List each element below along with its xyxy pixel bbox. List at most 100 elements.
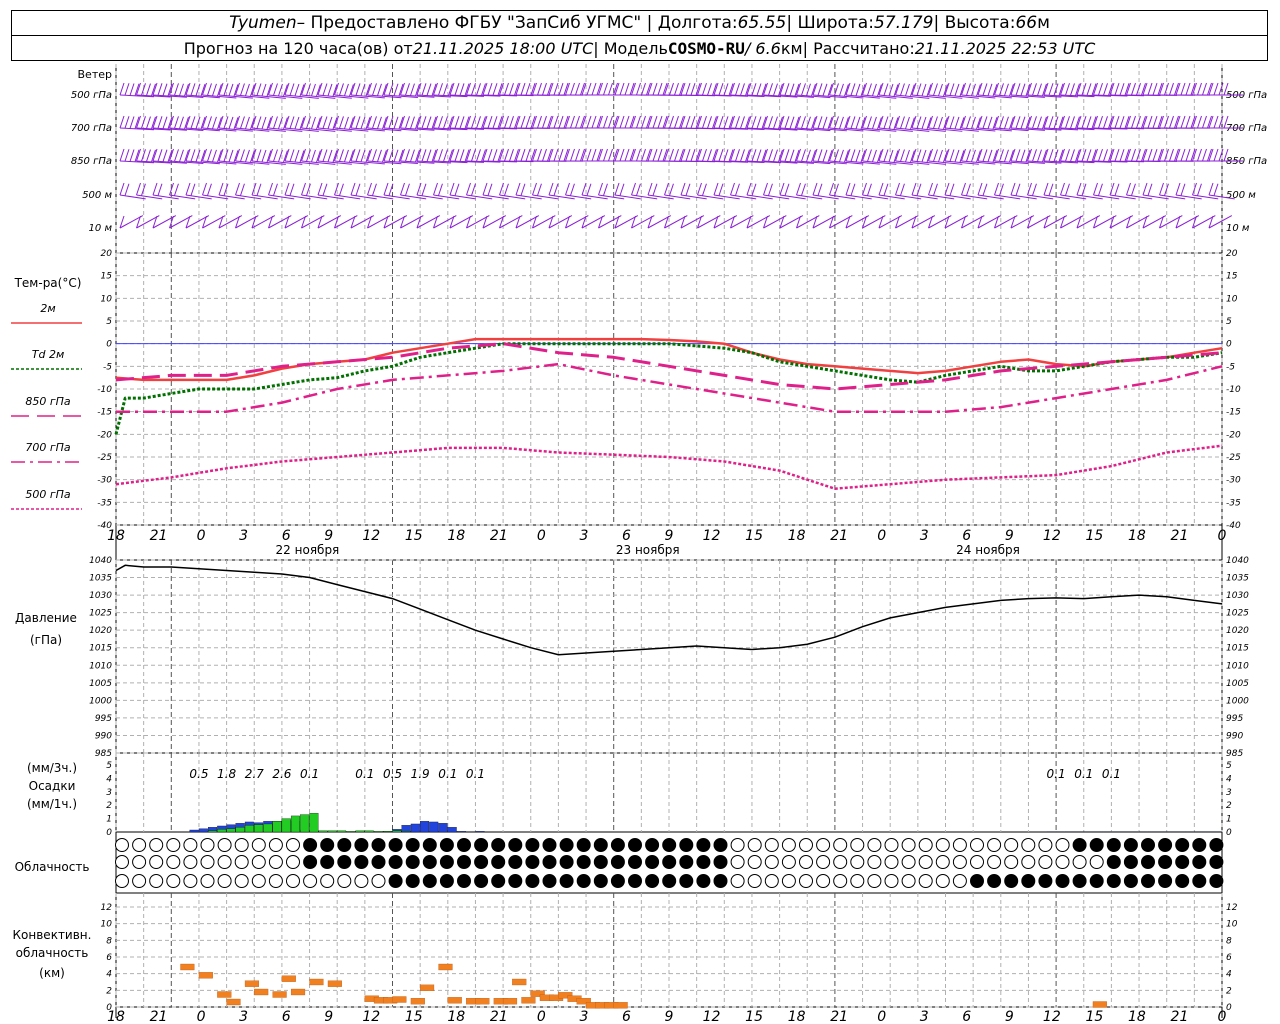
y-tick-right: -25 xyxy=(1226,453,1241,463)
cloud-cover-symbol xyxy=(867,838,882,852)
time-tick-label: 21 xyxy=(1171,528,1189,544)
wind-barb xyxy=(152,182,179,200)
wind-barb-feather xyxy=(261,83,267,97)
precip-bar xyxy=(447,827,457,833)
time-tick-label: 18 xyxy=(788,528,806,544)
wind-barb-feather xyxy=(173,183,179,196)
wind-barb-feather xyxy=(317,182,323,196)
wind-barb-feather xyxy=(492,83,498,96)
wind-barb-feather xyxy=(228,149,234,163)
y-tick-right: 3 xyxy=(1226,788,1232,798)
wind-barb-feather xyxy=(1169,82,1174,96)
wind-barb-feather xyxy=(697,182,702,196)
cloud-cover-symbol xyxy=(628,838,642,852)
wind-barb-feather xyxy=(850,83,856,96)
wind-barb-feather xyxy=(954,116,960,130)
y-tick-left: -10 xyxy=(97,385,112,395)
wind-barb-feather xyxy=(707,149,712,162)
wind-barb-feather xyxy=(272,183,278,196)
wind-barb xyxy=(763,182,790,200)
cloud-cover-symbol xyxy=(1055,874,1070,888)
wind-barb-feather xyxy=(570,148,575,162)
wind-barb xyxy=(334,182,361,200)
wind-barb-feather xyxy=(756,149,762,162)
cloud-cover-symbol xyxy=(542,855,557,869)
wind-barb-feather xyxy=(1010,182,1016,196)
cloud-cover-symbol xyxy=(662,838,677,852)
wind-barb-feather xyxy=(1197,148,1202,162)
wind-barb xyxy=(350,182,377,200)
wind-barb-feather xyxy=(537,115,542,129)
wind-barb-feather xyxy=(355,116,361,129)
wind-barb-feather xyxy=(536,183,542,196)
wind-barb-feather xyxy=(400,182,405,196)
wind-barb-feather xyxy=(487,183,493,196)
wind-barb-feather xyxy=(487,148,493,162)
conv-cloud-bar xyxy=(180,963,195,971)
wind-barb-feather xyxy=(162,116,168,129)
wind-title: Ветер xyxy=(78,68,112,81)
time-tick-label: 12 xyxy=(362,528,380,544)
time-tick-label: 0 xyxy=(537,528,546,544)
wind-barb-feather xyxy=(1070,116,1075,129)
wind-barb-feather xyxy=(817,149,823,162)
wind-barb-feather xyxy=(1098,115,1103,129)
cloud-cover-symbol xyxy=(970,874,984,888)
wind-barb-feather xyxy=(690,116,696,129)
cloud-cover-symbol xyxy=(867,874,882,888)
wind-barb-feather xyxy=(174,83,179,96)
wind-barb-feather xyxy=(878,182,884,196)
wind-barb-feather xyxy=(438,149,443,162)
time-tick-label: 9 xyxy=(1005,528,1014,544)
cloud-symbols xyxy=(115,838,1224,888)
cloud-cover-symbol xyxy=(781,855,796,869)
wind-barb xyxy=(1142,182,1169,200)
y-tick-left: 990 xyxy=(95,731,112,741)
wind-barbs xyxy=(119,82,1244,229)
wind-barb-feather xyxy=(1032,149,1037,162)
wind-barb-feather xyxy=(636,115,641,129)
cloud-cover-symbol xyxy=(1089,855,1104,869)
wind-barb xyxy=(878,182,905,200)
cloud-cover-symbol xyxy=(628,874,642,888)
wind-barb-feather xyxy=(119,148,125,162)
wind-barb-feather xyxy=(1131,115,1136,129)
wind-barb-feather xyxy=(949,149,955,162)
y-tick-right: 15 xyxy=(1226,272,1238,282)
legend-label: 2м xyxy=(40,302,55,315)
wind-barb-feather xyxy=(1015,83,1021,96)
wind-barb-feather xyxy=(575,148,580,162)
wind-barb-feather xyxy=(635,183,641,196)
wind-barb-feather xyxy=(883,116,889,129)
conv-title-1: Конвективн. xyxy=(13,928,92,942)
cloud-cover-symbol xyxy=(628,855,642,869)
wind-barb-feather xyxy=(954,83,960,97)
cloud-cover-symbol xyxy=(354,855,369,869)
time-tick-label: 0 xyxy=(197,1009,206,1024)
wind-barb-feather xyxy=(1086,83,1092,96)
wind-barb-feather xyxy=(591,148,597,162)
cloud-cover-symbol xyxy=(764,855,779,869)
wind-barb-feather xyxy=(1070,83,1075,96)
wind-barb-feather xyxy=(1130,183,1136,196)
cloud-cover-symbol xyxy=(918,838,933,852)
y-tick-left: -25 xyxy=(97,453,112,463)
precip-bar xyxy=(355,830,365,833)
cloud-cover-symbol xyxy=(149,874,164,888)
cloud-cover-symbol xyxy=(405,874,420,888)
y-tick-right: 0 xyxy=(1226,1003,1232,1013)
wind-barb-feather xyxy=(768,149,773,162)
pressure-title: Давление xyxy=(15,611,77,625)
cloud-cover-symbol xyxy=(576,838,591,852)
cloud-cover-symbol xyxy=(952,855,967,869)
cloud-cover-symbol xyxy=(1192,874,1207,888)
wind-level-left: 500 гПа xyxy=(71,90,112,101)
wind-barb-feather xyxy=(789,116,795,129)
conv-cloud-bar xyxy=(272,991,287,998)
wind-barb-feather xyxy=(355,149,361,162)
cloud-cover-symbol xyxy=(662,855,677,869)
time-tick-label: 12 xyxy=(1043,1009,1061,1024)
wind-barb-feather xyxy=(845,182,851,196)
cloud-cover-symbol xyxy=(713,874,728,888)
y-tick-right: 4 xyxy=(1226,970,1232,980)
